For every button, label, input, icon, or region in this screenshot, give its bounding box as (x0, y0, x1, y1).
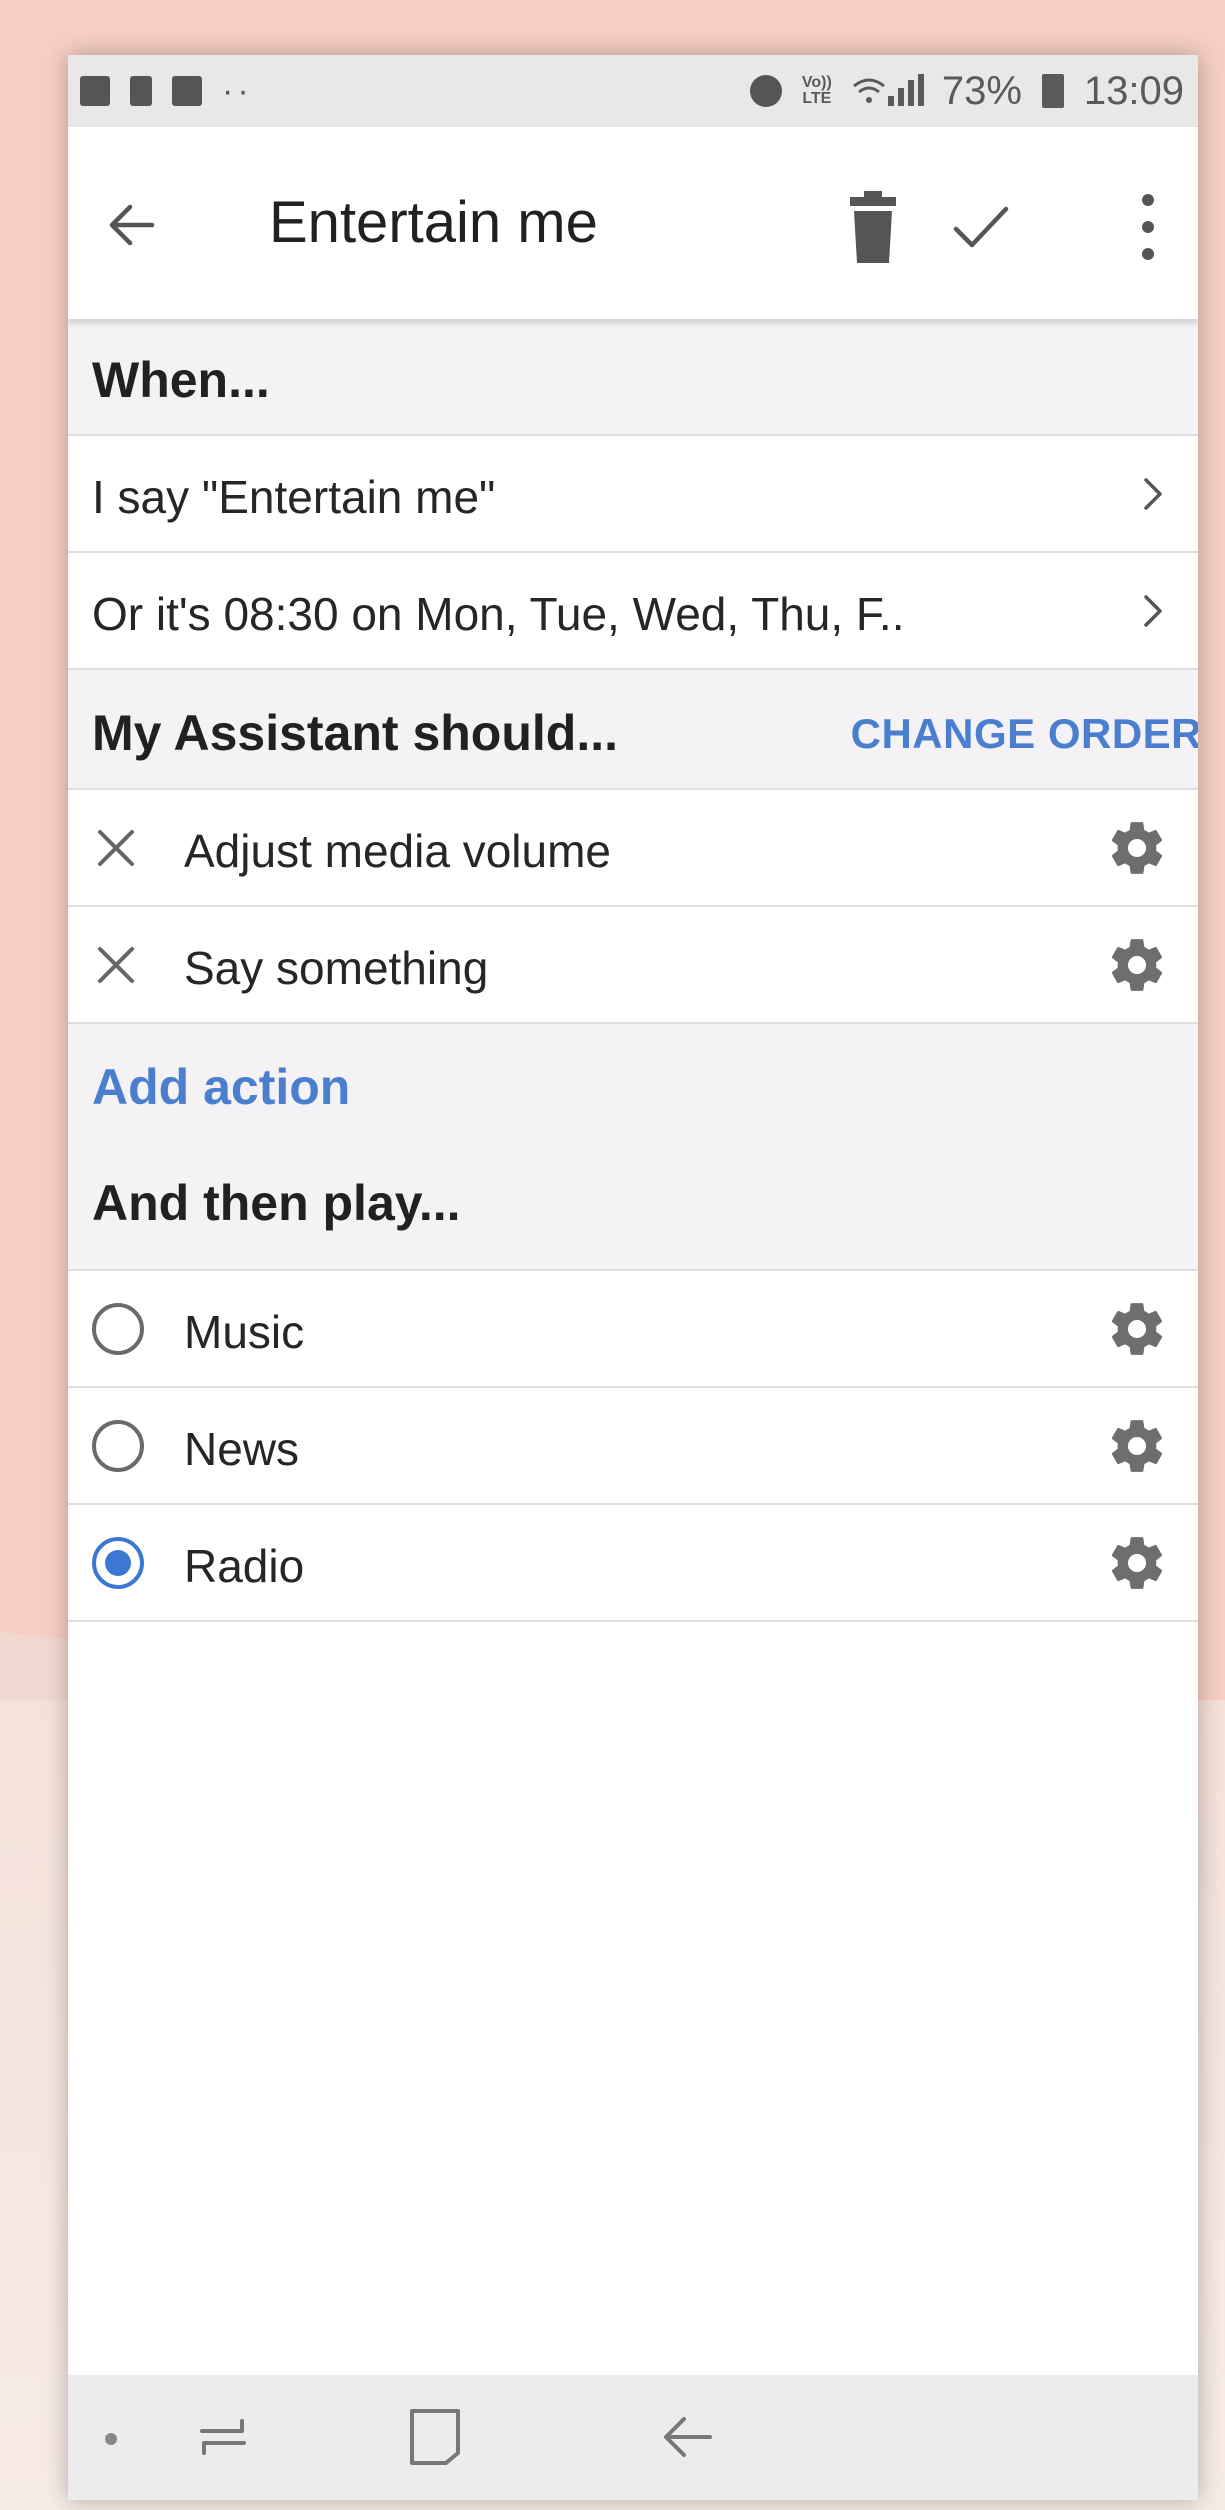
status-bar-left: ·· (80, 72, 253, 111)
trigger-row-voice[interactable]: I say "Entertain me" (68, 436, 1198, 553)
speaker-notification-icon (130, 76, 152, 106)
play-option-label: News (184, 1423, 300, 1475)
nav-indicator-dot (105, 2433, 117, 2445)
change-order-button[interactable]: CHANGE ORDER (851, 710, 1198, 758)
assistant-section-header: My Assistant should... CHANGE ORDER (68, 670, 1198, 790)
system-nav-bar (68, 2375, 1198, 2500)
gear-icon[interactable] (1106, 1298, 1168, 1360)
battery-icon (1041, 74, 1064, 108)
chevron-right-icon (1144, 595, 1162, 627)
radio-button-icon[interactable] (92, 1303, 144, 1355)
assistant-heading: My Assistant should... (92, 705, 619, 761)
chevron-right-icon (1144, 478, 1162, 510)
play-option-row[interactable]: News (68, 1388, 1198, 1505)
gear-icon[interactable] (1106, 817, 1168, 879)
clock: 13:09 (1083, 68, 1184, 113)
status-bar-right: Vo)) LTE 73% 13:09 (749, 68, 1184, 114)
gear-icon[interactable] (1106, 1415, 1168, 1477)
status-bar: ·· Vo)) LTE 73% 13:09 (68, 55, 1198, 127)
gallery-notification-icon (80, 76, 110, 106)
mail-notification-icon (172, 76, 202, 106)
alarm-icon (749, 75, 782, 107)
close-icon[interactable] (92, 941, 140, 989)
trash-icon[interactable] (838, 187, 908, 267)
add-action-button[interactable]: Add action (92, 1058, 350, 1116)
more-notifications-indicator: ·· (222, 71, 253, 110)
action-label: Adjust media volume (184, 825, 611, 877)
home-icon[interactable] (400, 2403, 470, 2471)
nav-back-icon[interactable] (652, 2405, 722, 2469)
radio-button-icon[interactable] (92, 1537, 144, 1589)
when-heading: When... (92, 352, 270, 408)
more-vert-icon[interactable] (1128, 182, 1168, 272)
radio-button-icon[interactable] (92, 1420, 144, 1472)
recent-apps-icon[interactable] (188, 2405, 258, 2469)
action-row: Adjust media volume (68, 790, 1198, 907)
close-icon[interactable] (92, 824, 140, 872)
app-toolbar: Entertain me (68, 127, 1198, 319)
check-icon[interactable] (940, 187, 1020, 267)
action-label: Say something (184, 942, 489, 994)
add-action-and-play-header: Add action And then play... (68, 1024, 1198, 1271)
play-option-row[interactable]: Radio (68, 1505, 1198, 1622)
battery-percent: 73% (941, 68, 1022, 113)
trigger-label: Or it's 08:30 on Mon, Tue, Wed, Thu, F.. (92, 588, 905, 640)
trigger-row-schedule[interactable]: Or it's 08:30 on Mon, Tue, Wed, Thu, F.. (68, 553, 1198, 670)
phone-screen: ·· Vo)) LTE 73% 13:09 Entertain me When.… (68, 55, 1198, 2500)
volte-indicator: Vo)) LTE (801, 74, 832, 107)
play-option-label: Radio (184, 1540, 305, 1592)
trigger-label: I say "Entertain me" (92, 471, 496, 523)
play-option-label: Music (184, 1306, 305, 1358)
gear-icon[interactable] (1106, 934, 1168, 996)
when-section-header: When... (68, 319, 1198, 436)
play-option-row[interactable]: Music (68, 1271, 1198, 1388)
signal-icon (852, 74, 924, 108)
and-then-play-heading: And then play... (92, 1175, 461, 1231)
gear-icon[interactable] (1106, 1532, 1168, 1594)
back-arrow-icon[interactable] (94, 185, 174, 265)
page-title: Entertain me (269, 190, 598, 255)
action-row: Say something (68, 907, 1198, 1024)
